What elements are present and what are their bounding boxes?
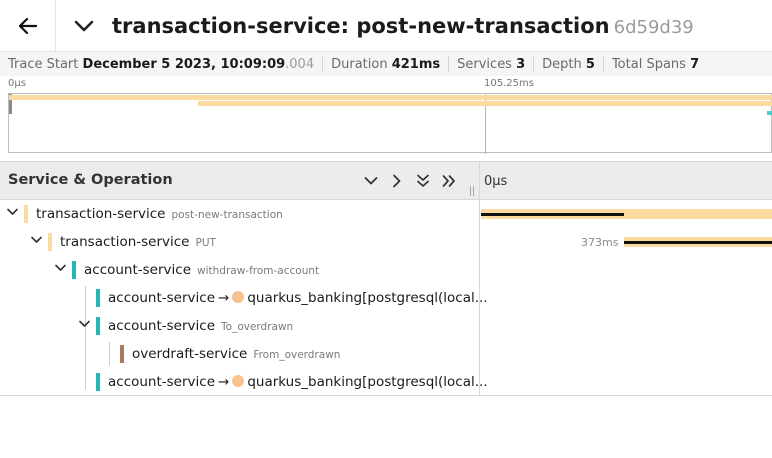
service-color-swatch xyxy=(96,289,100,307)
span-row[interactable]: overdraft-service From_overdrawn xyxy=(0,340,480,368)
operation-name: withdraw-from-account xyxy=(197,265,320,277)
span-row[interactable]: account-service → quarkus_banking[postgres… xyxy=(0,368,488,396)
chevron-down-icon xyxy=(30,236,42,243)
timeline-tick-start: 0µs xyxy=(484,174,508,189)
collapse-header-button[interactable] xyxy=(72,12,96,40)
span-timeline-column: 373ms xyxy=(481,200,772,396)
span-duration-label: 373ms xyxy=(581,236,619,249)
trace-title: transaction-service: post-new-transactio… xyxy=(112,14,610,38)
depth-label: Depth xyxy=(542,56,582,72)
service-name: account-service xyxy=(108,374,216,390)
service-color-swatch xyxy=(96,373,100,391)
trace-start-label: Trace Start xyxy=(8,56,79,72)
service-color-swatch xyxy=(120,345,124,363)
total-spans-value: 7 xyxy=(690,56,700,72)
service-color-swatch xyxy=(24,205,28,223)
span-label: account-service → quarkus_banking[postgres… xyxy=(108,290,488,306)
chevron-down-icon xyxy=(74,20,94,32)
trace-start-ms: .004 xyxy=(285,56,315,72)
chevron-down-icon xyxy=(6,208,18,215)
services-value: 3 xyxy=(516,56,526,72)
divider xyxy=(322,56,324,72)
service-name: overdraft-service xyxy=(132,346,248,362)
arrow-left-icon xyxy=(18,18,37,34)
service-color-swatch xyxy=(48,233,52,251)
expand-one-button[interactable] xyxy=(360,171,382,191)
column-resize-handle[interactable] xyxy=(470,186,474,196)
span-label: account-service → quarkus_banking[postgres… xyxy=(108,374,488,390)
span-toggle[interactable] xyxy=(29,233,43,247)
span-name-column: transaction-service post-new-transaction … xyxy=(0,200,488,396)
service-name: transaction-service xyxy=(36,206,166,222)
trace-id: 6d59d39 xyxy=(613,17,694,38)
span-toggle[interactable] xyxy=(5,205,19,219)
span-toggle[interactable] xyxy=(53,261,67,275)
divider xyxy=(602,56,604,72)
span-row[interactable]: transaction-service post-new-transaction xyxy=(0,200,480,228)
minimap-tick-start: 0µs xyxy=(8,78,26,89)
span-toggle[interactable] xyxy=(77,317,91,331)
total-spans-label: Total Spans xyxy=(611,56,686,72)
divider xyxy=(533,56,535,72)
chevron-down-icon xyxy=(54,264,66,271)
service-color-swatch xyxy=(96,317,100,335)
chevron-down-icon xyxy=(78,320,90,327)
depth-value: 5 xyxy=(585,56,595,72)
minimap-span-bar xyxy=(9,95,772,100)
operation-name: post-new-transaction xyxy=(171,209,283,221)
span-row[interactable]: account-service → quarkus_banking[postgres… xyxy=(0,284,488,312)
trace-start-value: December 5 2023, 10:09:09 xyxy=(82,56,286,72)
double-chevron-down-icon xyxy=(417,174,429,187)
span-row[interactable]: account-service withdraw-from-account xyxy=(0,256,480,284)
span-self-time-line xyxy=(624,241,772,244)
tree-controls xyxy=(360,171,460,191)
span-label: account-service withdraw-from-account xyxy=(84,262,319,278)
minimap-span-bar xyxy=(198,101,772,106)
collapse-one-button[interactable] xyxy=(386,171,408,191)
duration-value: 421ms xyxy=(391,56,441,72)
service-name: transaction-service xyxy=(60,234,190,250)
arrow-right-icon: → xyxy=(218,290,230,306)
peer-service-name: quarkus_banking[postgresql(local... xyxy=(247,290,488,306)
collapse-all-button[interactable] xyxy=(438,171,460,191)
span-label: overdraft-service From_overdrawn xyxy=(132,346,340,362)
divider xyxy=(448,56,450,72)
span-label: transaction-service PUT xyxy=(60,234,216,250)
trace-info-bar: Trace Start December 5 2023, 10:09:09.00… xyxy=(0,52,772,76)
minimap-canvas[interactable] xyxy=(8,93,772,154)
operation-name: From_overdrawn xyxy=(253,349,341,361)
column-header: Service & Operation 0µs xyxy=(0,162,772,200)
minimap-span-bar xyxy=(767,111,772,115)
peer-service-name: quarkus_banking[postgresql(local... xyxy=(247,374,488,390)
page-title: transaction-service: post-new-transactio… xyxy=(112,12,694,42)
service-name: account-service xyxy=(84,262,192,278)
chevron-down-icon xyxy=(364,177,378,185)
span-row[interactable]: account-service To_overdrawn xyxy=(0,312,480,340)
operation-name: To_overdrawn xyxy=(221,321,294,333)
service-operation-header: Service & Operation xyxy=(0,162,480,200)
span-label: transaction-service post-new-transaction xyxy=(36,206,283,222)
trace-minimap[interactable]: 0µs 105.25ms xyxy=(0,76,772,162)
arrow-right-icon: → xyxy=(218,374,230,390)
trace-header: transaction-service: post-new-transactio… xyxy=(0,0,772,52)
minimap-tick-mid: 105.25ms xyxy=(484,78,534,89)
back-button[interactable] xyxy=(0,0,56,52)
service-name: account-service xyxy=(108,318,216,334)
peer-service-dot xyxy=(232,375,245,387)
span-label: account-service To_overdrawn xyxy=(108,318,293,334)
double-chevron-right-icon xyxy=(442,175,455,187)
duration-label: Duration xyxy=(331,56,388,72)
span-tree: transaction-service post-new-transaction … xyxy=(0,200,772,396)
service-color-swatch xyxy=(72,261,76,279)
peer-service-dot xyxy=(232,291,245,303)
services-label: Services xyxy=(457,56,512,72)
service-name: account-service xyxy=(108,290,216,306)
expand-all-button[interactable] xyxy=(412,171,434,191)
column-title: Service & Operation xyxy=(8,172,173,188)
operation-name: PUT xyxy=(195,237,216,249)
chevron-right-icon xyxy=(393,174,401,188)
span-row[interactable]: transaction-service PUT xyxy=(0,228,480,256)
span-self-time-line xyxy=(481,213,624,216)
